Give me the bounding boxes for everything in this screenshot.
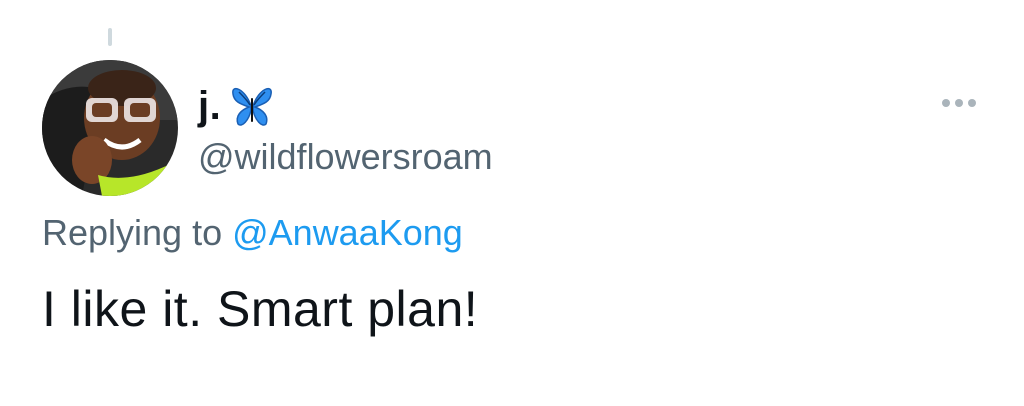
replying-to-line: Replying to @AnwaaKong bbox=[42, 212, 463, 254]
name-row: j. bbox=[198, 78, 493, 134]
more-dots-icon[interactable] bbox=[940, 96, 978, 110]
blue-butterfly-icon bbox=[229, 84, 275, 128]
display-name[interactable]: j. bbox=[198, 84, 221, 129]
tweet-body-text: I like it. Smart plan! bbox=[42, 281, 479, 337]
reply-mention-link[interactable]: @AnwaaKong bbox=[232, 212, 463, 253]
tweet-card: j. @wildflowersroam Replying to @AnwaaKo… bbox=[0, 0, 1024, 406]
avatar[interactable] bbox=[42, 60, 178, 196]
replying-to-label: Replying to bbox=[42, 212, 233, 253]
tweet-header: j. @wildflowersroam bbox=[198, 78, 493, 178]
thread-connector-line bbox=[108, 28, 112, 46]
user-handle[interactable]: @wildflowersroam bbox=[198, 136, 493, 178]
